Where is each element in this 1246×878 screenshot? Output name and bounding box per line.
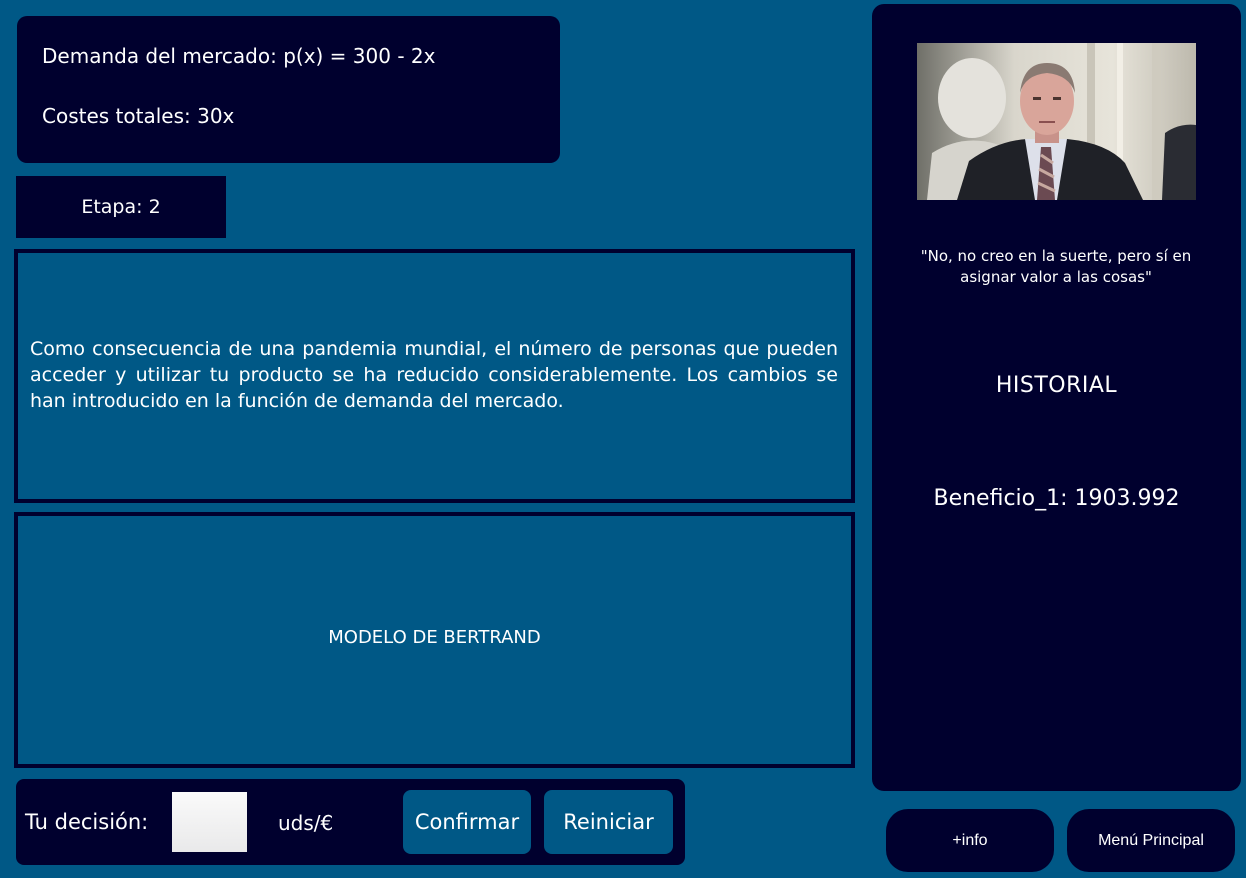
stage-indicator: Etapa: 2 (16, 176, 226, 238)
model-title: MODELO DE BERTRAND (328, 626, 541, 648)
event-panel: Como consecuencia de una pandemia mundia… (14, 249, 855, 503)
decision-input[interactable] (172, 792, 247, 852)
historial-title: HISTORIAL (995, 373, 1118, 398)
units-label: uds/€ (278, 811, 334, 835)
market-demand-text: Demanda del mercado: p(x) = 300 - 2x (42, 44, 436, 68)
benefit-entry: Beneficio_1: 1903.992 (933, 486, 1180, 511)
total-costs-text: Costes totales: 30x (42, 104, 235, 128)
decision-label: Tu decisión: (25, 810, 149, 834)
model-panel: MODELO DE BERTRAND (14, 512, 855, 768)
quote-text: "No, no creo en la suerte, pero sí en as… (920, 247, 1192, 286)
event-description: Como consecuencia de una pandemia mundia… (30, 338, 838, 412)
reset-button[interactable]: Reiniciar (544, 790, 673, 854)
market-info-card: Demanda del mercado: p(x) = 300 - 2x Cos… (17, 16, 560, 163)
portrait-image (917, 43, 1196, 200)
main-menu-button[interactable]: Menú Principal (1067, 809, 1235, 872)
confirm-button[interactable]: Confirmar (403, 790, 531, 854)
more-info-button[interactable]: +info (886, 809, 1054, 872)
